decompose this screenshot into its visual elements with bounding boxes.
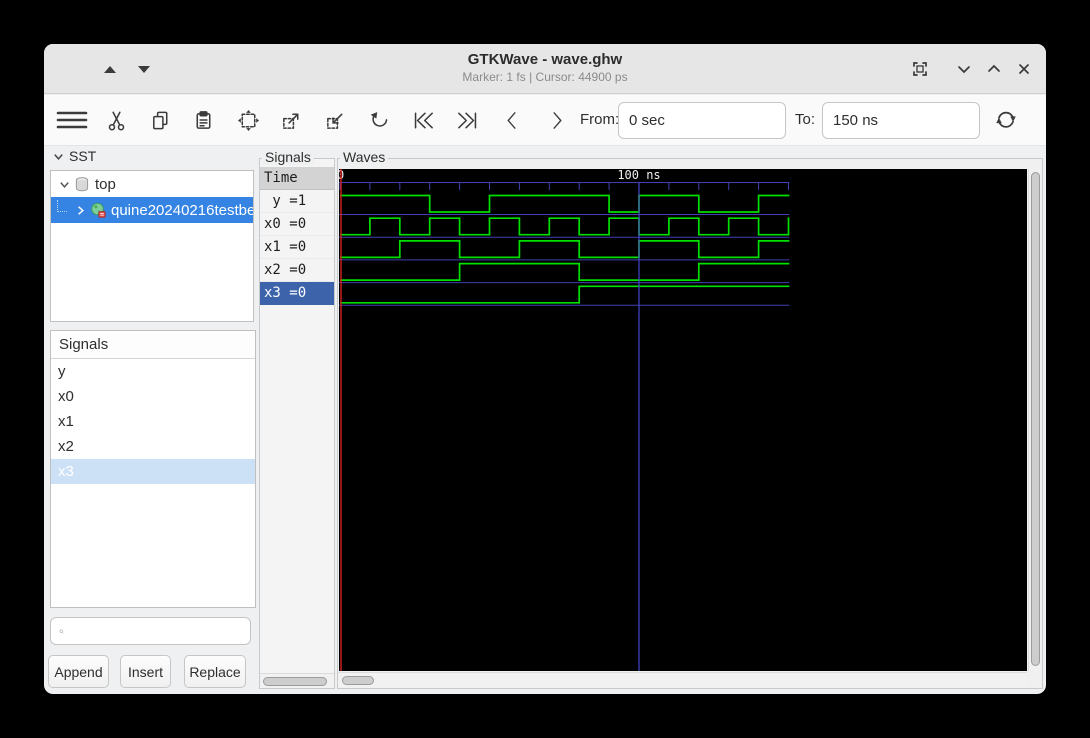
paste-button[interactable] [185, 102, 221, 138]
window-title: GTKWave - wave.ghw [467, 51, 623, 68]
values-panel: Signals Time y =1 x0 =0 x1 =0 x2 =0 x3 =… [259, 149, 335, 689]
zoom-fit-button[interactable] [230, 102, 266, 138]
zoom-in-button[interactable] [273, 102, 309, 138]
signals-list-header[interactable]: Signals [51, 331, 255, 359]
skip-end-icon [457, 112, 476, 128]
hamburger-icon [56, 111, 88, 129]
replace-button[interactable]: Replace [184, 655, 246, 688]
svg-text:100 ns: 100 ns [617, 169, 660, 182]
value-row-x0[interactable]: x0 =0 [260, 213, 334, 236]
zoom-out-icon [326, 113, 342, 129]
next-edge-button[interactable] [538, 102, 574, 138]
expander-closed-icon[interactable] [73, 204, 87, 217]
values-rows: Time y =1 x0 =0 x1 =0 x2 =0 x3 =0 [260, 167, 334, 305]
database-icon [75, 176, 89, 191]
scrollbar-thumb[interactable] [263, 677, 327, 686]
values-frame-label: Signals [262, 149, 314, 165]
skip-to-start-button[interactable] [405, 102, 441, 138]
maximize-button[interactable] [982, 57, 1006, 81]
sst-header-label: SST [69, 148, 97, 164]
value-row-x3[interactable]: x3 =0 [260, 282, 334, 305]
tree-item-label: top [95, 175, 116, 193]
gtkwave-window: GTKWave - wave.ghw Marker: 1 fs | Cursor… [44, 44, 1046, 694]
marker-cursor-status: Marker: 1 fs | Cursor: 44900 ps [462, 70, 628, 84]
waves-frame-label: Waves [340, 149, 389, 165]
time-header[interactable]: Time [260, 167, 334, 190]
chevron-right-icon [552, 111, 561, 129]
fullscreen-icon [913, 62, 927, 76]
paste-icon [196, 110, 210, 129]
cut-button[interactable] [98, 102, 134, 138]
undo-icon [370, 111, 387, 127]
from-label: From: [580, 111, 620, 128]
skip-start-icon [414, 112, 433, 128]
waves-panel: Waves 0100 ns [337, 149, 1043, 689]
menu-button[interactable] [54, 102, 90, 138]
signals-list: Signals y x0 x1 x2 x3 [50, 330, 256, 608]
titlebar: GTKWave - wave.ghw Marker: 1 fs | Cursor… [44, 44, 1046, 94]
wave-hscrollbar[interactable] [338, 672, 1027, 688]
chevron-left-icon [507, 111, 516, 129]
search-icon [59, 629, 64, 634]
tree-item-label: quine20240216testbench [111, 201, 253, 219]
from-input[interactable] [618, 102, 786, 139]
signal-search [50, 617, 251, 645]
copy-icon [152, 111, 167, 129]
signal-item-x0[interactable]: x0 [51, 384, 255, 409]
sst-tree: top quine20240216testbench [50, 170, 254, 322]
sst-header[interactable]: SST [52, 148, 96, 164]
tree-item-top[interactable]: top [51, 171, 253, 197]
zoom-in-icon [282, 113, 298, 129]
value-row-y[interactable]: y =1 [260, 190, 334, 213]
minimize-button[interactable] [952, 57, 976, 81]
waveform-traces: 0100 ns [337, 168, 790, 671]
sst-expander-icon [54, 153, 63, 160]
chevron-up-icon [988, 64, 1000, 72]
package-icon [91, 202, 106, 218]
scrollbar-thumb[interactable] [1031, 172, 1040, 666]
value-row-x2[interactable]: x2 =0 [260, 259, 334, 282]
prev-edge-button[interactable] [494, 102, 530, 138]
skip-to-end-button[interactable] [449, 102, 485, 138]
append-button[interactable]: Append [48, 655, 109, 688]
values-hscrollbar[interactable] [260, 673, 334, 688]
zoom-fit-icon [237, 109, 259, 131]
cut-icon [108, 111, 124, 130]
signal-item-y[interactable]: y [51, 359, 255, 384]
to-input[interactable] [822, 102, 980, 139]
scrollbar-thumb[interactable] [342, 676, 374, 685]
to-label: To: [795, 111, 816, 128]
undo-button[interactable] [361, 102, 397, 138]
search-input[interactable] [69, 623, 250, 639]
wave-vscrollbar[interactable] [1028, 169, 1042, 671]
tree-item-quine-testbench[interactable]: quine20240216testbench [51, 197, 253, 223]
insert-button[interactable]: Insert [120, 655, 171, 688]
expander-open-icon[interactable] [57, 178, 71, 191]
wave-canvas[interactable]: 0100 ns [337, 168, 1027, 671]
reload-icon [996, 111, 1016, 128]
fullscreen-button[interactable] [908, 57, 932, 81]
copy-button[interactable] [142, 102, 178, 138]
chevron-down-icon [958, 66, 970, 74]
tree-connector [57, 200, 67, 212]
value-row-x1[interactable]: x1 =0 [260, 236, 334, 259]
zoom-out-button[interactable] [317, 102, 353, 138]
close-button[interactable] [1012, 57, 1036, 81]
close-icon [1019, 64, 1029, 74]
signal-item-x1[interactable]: x1 [51, 409, 255, 434]
signal-item-x2[interactable]: x2 [51, 434, 255, 459]
reload-button[interactable] [988, 102, 1024, 138]
signal-item-x3[interactable]: x3 [51, 459, 255, 484]
